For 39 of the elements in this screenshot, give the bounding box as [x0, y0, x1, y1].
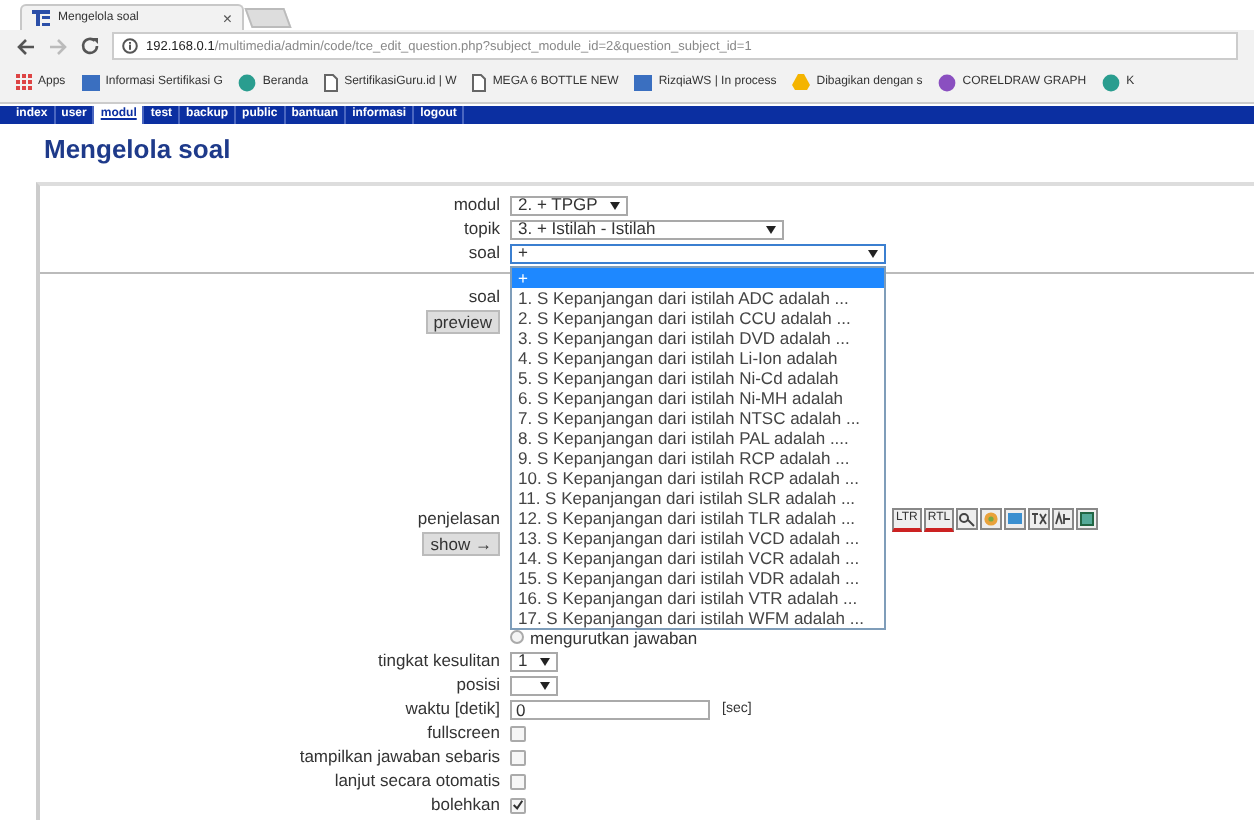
dropdown-option[interactable]: 5. S Kepanjangan dari istilah Ni-Cd adalah [512, 367, 884, 387]
field-label: bolehkan [428, 794, 500, 816]
field-label: soal [468, 286, 500, 308]
dropdown-option[interactable]: 15. S Kepanjangan dari istilah VDR adalah ... [512, 567, 884, 587]
close-tab-button[interactable]: × [222, 9, 232, 27]
dropdown-option[interactable]: 6. S Kepanjangan dari istilah Ni-MH adalah [512, 387, 884, 407]
select-field[interactable]: 2. + TPGP [510, 195, 628, 215]
show-button[interactable]: show → [422, 532, 500, 556]
field-label: soal [466, 242, 500, 264]
page-title: Mengelola soal [42, 132, 233, 168]
field-label: waktu [detik] [403, 698, 500, 720]
field-label: fullscreen [425, 722, 500, 744]
field-label: topik [462, 218, 500, 240]
dropdown-option[interactable]: 3. S Kepanjangan dari istilah DVD adalah ... [512, 327, 884, 347]
field-label: tampilkan jawaban sebaris [297, 746, 500, 768]
input-field[interactable]: 0 [510, 699, 710, 719]
select-field[interactable]: 3. + Istilah - Istilah [510, 219, 784, 239]
select-field[interactable]: 1 [510, 651, 558, 671]
dropdown-option[interactable]: 13. S Kepanjangan dari istilah VCD adalah ... [512, 527, 884, 547]
dropdown-option[interactable]: 12. S Kepanjangan dari istilah TLR adalah ... [512, 507, 884, 527]
preview-button[interactable]: preview [425, 310, 500, 334]
field-label: posisi [454, 674, 500, 696]
field-label: lanjut secara otomatis [332, 770, 500, 792]
dropdown-option[interactable]: 14. S Kepanjangan dari istilah VCR adalah ... [512, 547, 884, 567]
dropdown-option[interactable]: 16. S Kepanjangan dari istilah VTR adalah ... [512, 587, 884, 607]
dropdown-option[interactable]: 17. S Kepanjangan dari istilah WFM adalah ... [512, 607, 884, 627]
field-label: tingkat kesulitan [376, 650, 500, 672]
select-field[interactable]: + [510, 243, 886, 263]
radio-label: mengurutkan jawaban [530, 627, 698, 647]
field-label: modul [451, 194, 500, 216]
dropdown-option[interactable]: 4. S Kepanjangan dari istilah Li-Ion adalah [512, 347, 884, 367]
dropdown-option[interactable]: 7. S Kepanjangan dari istilah NTSC adalah ... [512, 407, 884, 427]
dropdown-option[interactable]: 11. S Kepanjangan dari istilah SLR adalah ... [512, 487, 884, 507]
dropdown-option[interactable]: 8. S Kepanjangan dari istilah PAL adalah .... [512, 427, 884, 447]
dropdown-option[interactable]: 1. S Kepanjangan dari istilah ADC adalah ... [512, 287, 884, 307]
dropdown-option[interactable]: 10. S Kepanjangan dari istilah RCP adalah ... [512, 467, 884, 487]
dropdown-option[interactable]: 9. S Kepanjangan dari istilah RCP adalah ... [512, 447, 884, 467]
dropdown-option[interactable]: 2. S Kepanjangan dari istilah CCU adalah ... [512, 307, 884, 327]
field-label: penjelasan [417, 508, 500, 530]
